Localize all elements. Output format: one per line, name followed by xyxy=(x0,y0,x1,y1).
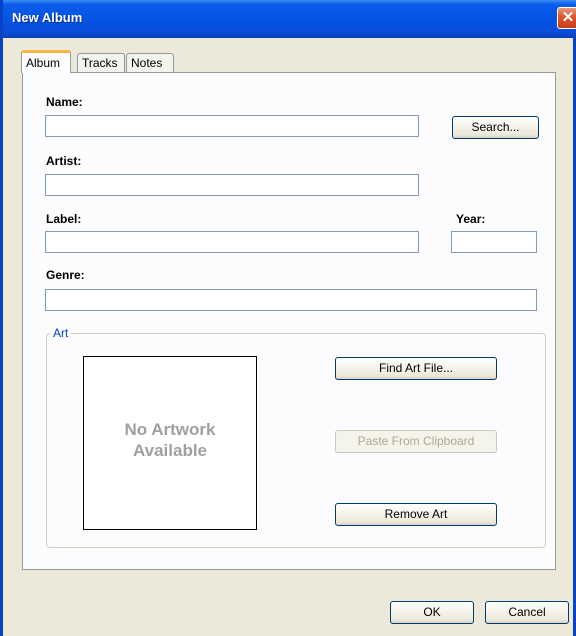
remove-art-button[interactable]: Remove Art xyxy=(335,503,497,526)
search-button[interactable]: Search... xyxy=(452,116,539,139)
window-title: New Album xyxy=(12,10,83,25)
ok-button[interactable]: OK xyxy=(390,601,474,624)
paste-from-clipboard-button[interactable]: Paste From Clipboard xyxy=(335,430,497,453)
genre-label: Genre: xyxy=(46,268,85,282)
artwork-preview: No Artwork Available xyxy=(83,356,257,530)
tab-tracks[interactable]: Tracks xyxy=(77,53,125,72)
artist-label: Artist: xyxy=(46,154,82,168)
find-art-file-button[interactable]: Find Art File... xyxy=(335,357,497,380)
no-artwork-line2: Available xyxy=(132,441,208,460)
art-group-label: Art xyxy=(50,326,72,340)
label-input[interactable] xyxy=(45,231,419,253)
tab-album[interactable]: Album xyxy=(21,50,71,73)
name-label: Name: xyxy=(46,95,83,109)
no-artwork-line1: No Artwork xyxy=(124,420,216,439)
year-input[interactable] xyxy=(451,231,537,253)
genre-input[interactable] xyxy=(45,289,537,311)
no-artwork-text: No Artwork Available xyxy=(84,419,256,461)
tab-notes[interactable]: Notes xyxy=(126,53,174,72)
cancel-button[interactable]: Cancel xyxy=(485,601,569,624)
label-label: Label: xyxy=(46,212,82,226)
year-label: Year: xyxy=(456,212,486,226)
artist-input[interactable] xyxy=(45,174,419,196)
close-icon[interactable]: ✕ xyxy=(557,7,576,29)
title-bar[interactable]: New Album ✕ xyxy=(3,0,576,38)
name-input[interactable] xyxy=(45,115,419,137)
